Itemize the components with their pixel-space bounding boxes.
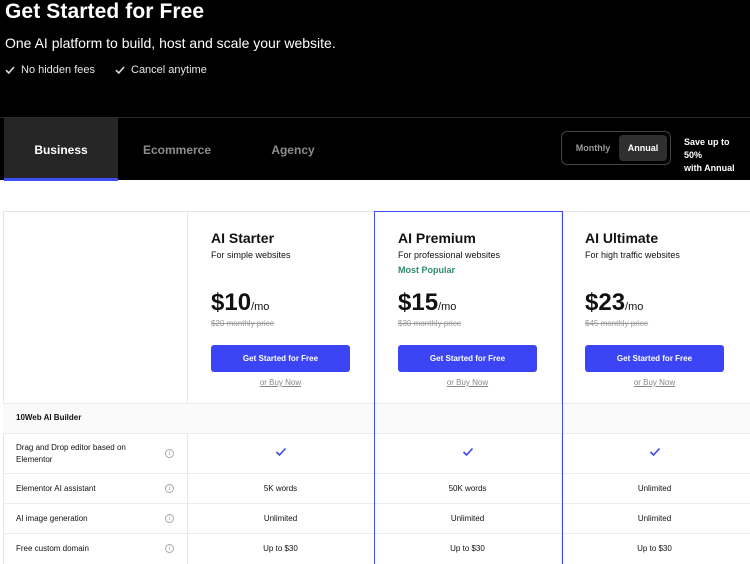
feature-value: Unlimited	[450, 514, 485, 523]
feature-label: Elementor AI assistant	[16, 484, 96, 493]
tab-ecommerce[interactable]: Ecommerce	[120, 118, 234, 181]
plan-price: $10/mo	[211, 289, 269, 317]
billing-monthly-option[interactable]: Monthly	[566, 135, 620, 161]
premium-highlight-border	[374, 211, 563, 564]
get-started-button[interactable]: Get Started for Free	[211, 345, 350, 372]
plan-description: For professional websites	[398, 250, 501, 260]
price-period: /mo	[625, 301, 644, 313]
buy-now-link[interactable]: or Buy Now	[211, 378, 350, 387]
feature-label: Drag and Drop editor based on Elementor	[16, 443, 126, 464]
feature-value: 50K words	[448, 484, 487, 493]
plan-name: AI Premium	[398, 230, 476, 246]
billing-toggle: Monthly Annual	[561, 131, 671, 165]
savings-line-2: with Annual	[684, 163, 735, 173]
price-period: /mo	[438, 301, 457, 313]
perk-cancel-anytime: Cancel anytime	[115, 64, 207, 76]
perk-label: Cancel anytime	[131, 64, 207, 76]
hero-section: Get Started for Free One AI platform to …	[0, 0, 750, 117]
column-divider	[187, 211, 188, 564]
feature-value: Up to $30	[450, 544, 485, 553]
plan-name: AI Starter	[211, 230, 275, 246]
feature-value: Unlimited	[637, 514, 672, 523]
savings-line-1: Save up to 50%	[684, 137, 730, 160]
plan-price: $23/mo	[585, 289, 643, 317]
feature-value: Up to $30	[263, 544, 298, 553]
price-amount: $10	[211, 289, 252, 316]
price-period: /mo	[251, 301, 270, 313]
perk-no-hidden-fees: No hidden fees	[5, 64, 95, 76]
feature-group-title: 10Web AI Builder	[16, 413, 82, 422]
original-price: $20 monthly price	[211, 319, 275, 328]
feature-value: Unlimited	[637, 484, 672, 493]
get-started-button[interactable]: Get Started for Free	[398, 345, 537, 372]
feature-value: Unlimited	[263, 514, 298, 523]
info-icon[interactable]: i	[165, 544, 174, 553]
info-icon[interactable]: i	[165, 449, 174, 458]
info-icon[interactable]: i	[165, 484, 174, 493]
page-subtitle: One AI platform to build, host and scale…	[5, 35, 336, 51]
check-icon	[5, 66, 15, 75]
feature-value: 5K words	[263, 484, 298, 493]
feature-label: Free custom domain	[16, 544, 89, 553]
info-icon[interactable]: i	[165, 514, 174, 523]
plan-description: For high traffic websites	[585, 250, 680, 260]
plan-category-tabs: Business Ecommerce Agency Monthly Annual…	[0, 117, 750, 181]
get-started-button[interactable]: Get Started for Free	[585, 345, 724, 372]
price-amount: $23	[585, 289, 626, 316]
most-popular-badge: Most Popular	[398, 265, 456, 275]
tab-business[interactable]: Business	[4, 118, 118, 181]
buy-now-link[interactable]: or Buy Now	[585, 378, 724, 387]
check-icon	[649, 447, 661, 457]
original-price: $45 monthly price	[585, 319, 649, 328]
plan-name: AI Ultimate	[585, 230, 659, 246]
annual-savings-note: Save up to 50% with Annual	[684, 136, 750, 175]
feature-label: AI image generation	[16, 514, 88, 523]
check-icon	[462, 447, 474, 457]
original-price: $30 monthly price	[398, 319, 462, 328]
check-icon	[275, 447, 287, 457]
check-icon	[115, 66, 125, 75]
plan-description: For simple websites	[211, 250, 291, 260]
plan-price: $15/mo	[398, 289, 456, 317]
perk-label: No hidden fees	[21, 64, 95, 76]
billing-annual-option[interactable]: Annual	[619, 135, 667, 161]
price-amount: $15	[398, 289, 439, 316]
tab-agency[interactable]: Agency	[236, 118, 350, 181]
page-title: Get Started for Free	[5, 0, 205, 23]
feature-value: Up to $30	[637, 544, 672, 553]
buy-now-link[interactable]: or Buy Now	[398, 378, 537, 387]
